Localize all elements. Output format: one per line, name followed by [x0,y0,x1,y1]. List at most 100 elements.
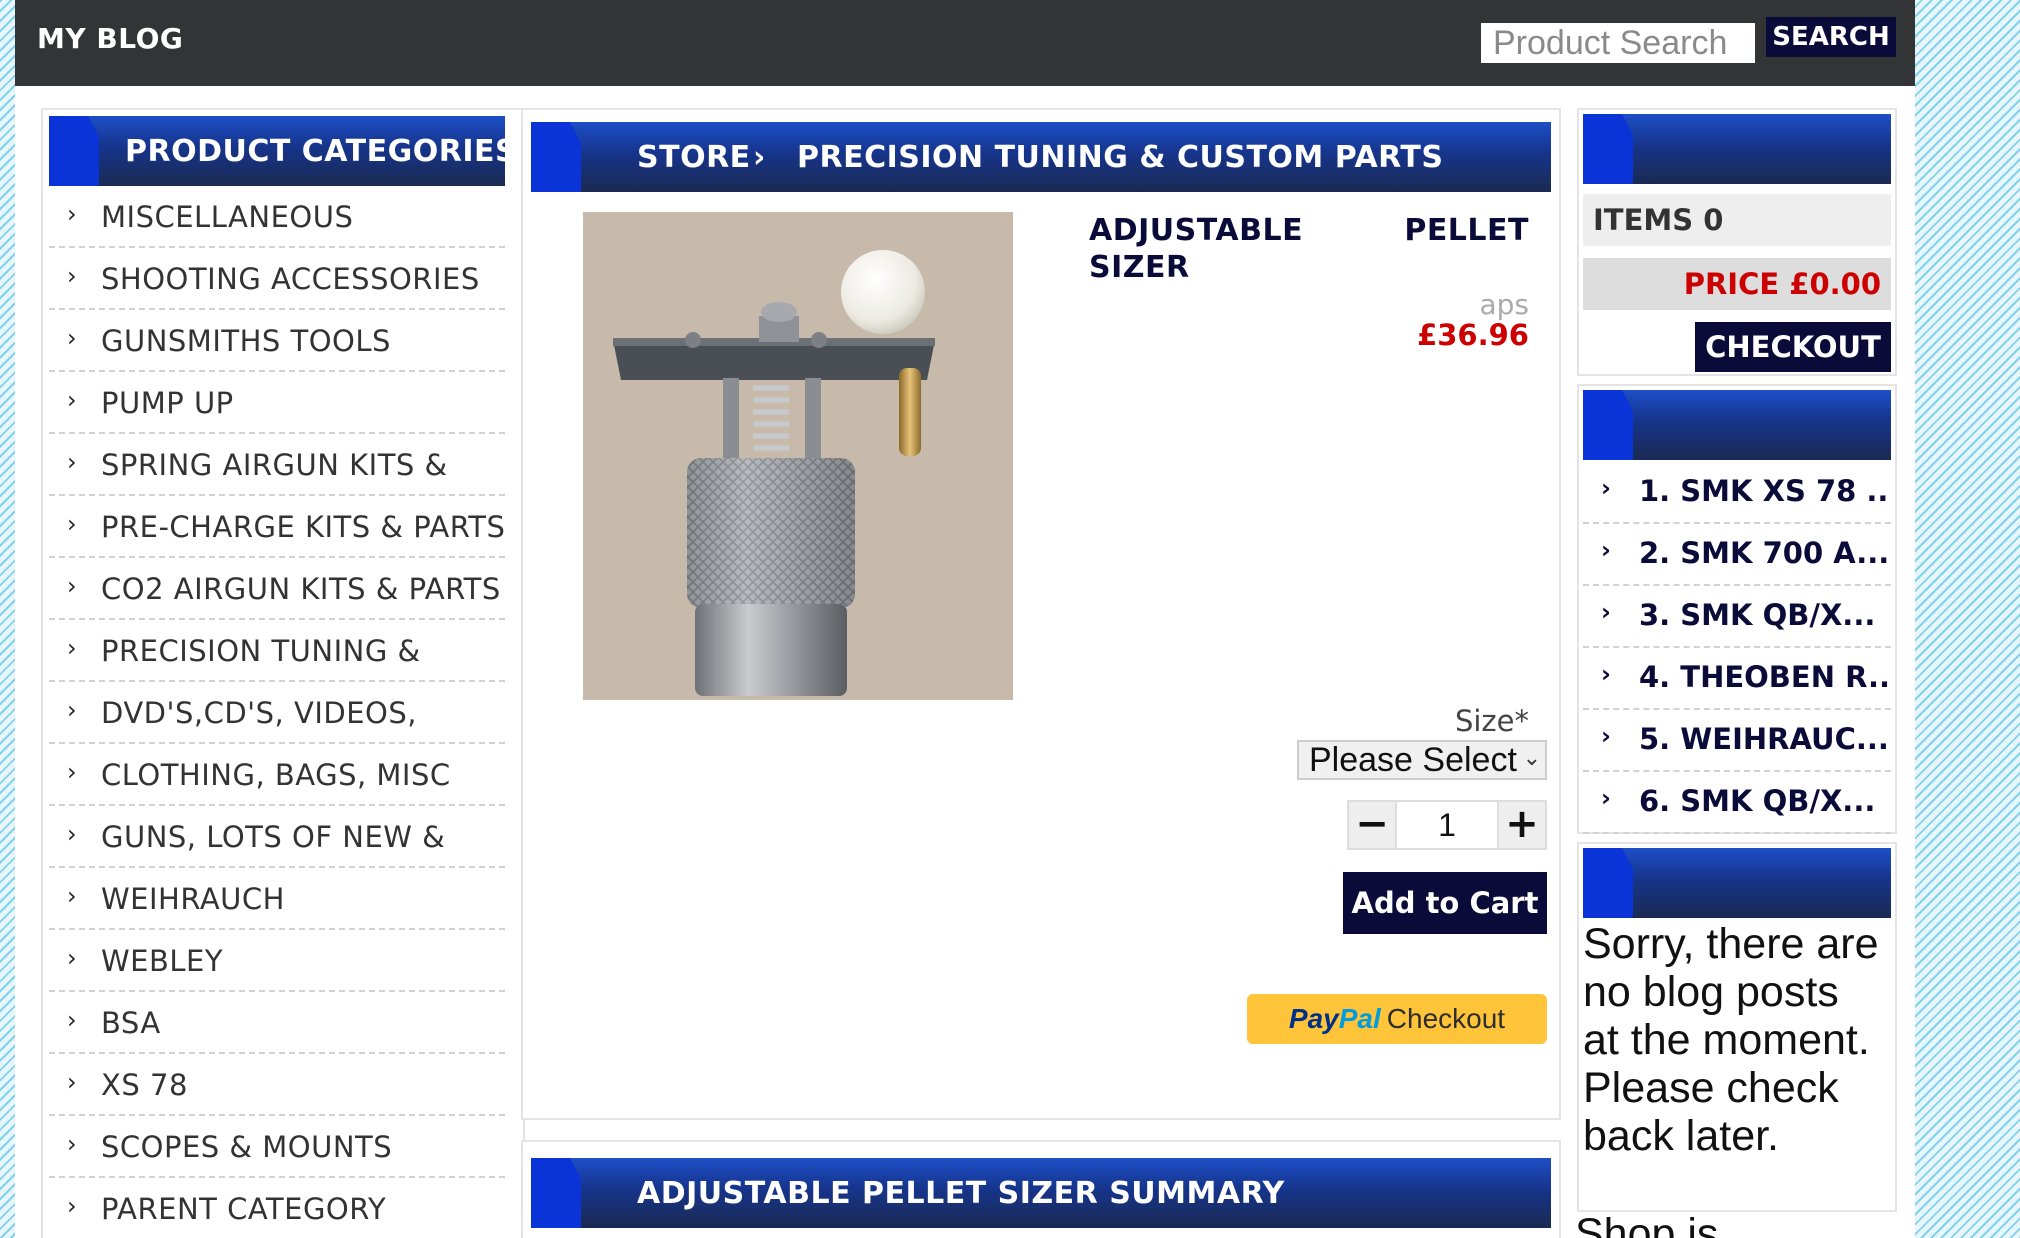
category-label: CO2 AIRGUN KITS & PARTS [101,572,501,606]
category-item[interactable]: › CO2 AIRGUN KITS & PARTS [49,558,505,620]
category-label: GUNS, LOTS OF NEW & [101,820,446,854]
bestseller-label: 1. SMK XS 78 ... [1639,474,1891,508]
category-label: XS 78 [101,1068,188,1102]
categories-header: PRODUCT CATEGORIES [49,116,505,186]
category-item[interactable]: › PARENT CATEGORY [49,1178,505,1238]
category-item[interactable]: › SCOPES & MOUNTS [49,1116,505,1178]
category-label: SPRING AIRGUN KITS & [101,448,448,482]
product-price: £36.96 [1417,318,1529,352]
site-title[interactable]: MY BLOG [37,22,183,55]
chevron-right-icon: › [67,944,78,972]
bestsellers-widget: › 1. SMK XS 78 ... › 2. SMK 700 A... › 3. SMK… [1577,384,1897,834]
category-item[interactable]: › PRE-CHARGE KITS & PARTS [49,496,505,558]
bestseller-label: 4. THEOBEN R... [1639,660,1891,694]
bestseller-label: 6. SMK QB/X... [1639,784,1876,818]
category-label: PUMP UP [101,386,234,420]
chevron-right-icon: › [67,882,78,910]
chevron-right-icon: › [67,634,78,662]
category-item[interactable]: › PRECISION TUNING & [49,620,505,682]
ribbon-tab [1583,848,1633,918]
category-item[interactable]: › BSA [49,992,505,1054]
product-title-word: ADJUSTABLE [1089,213,1304,248]
product-image[interactable] [583,212,1013,700]
bestseller-label: 5. WEIHRAUC... [1639,722,1889,756]
category-label: PRE-CHARGE KITS & PARTS [101,510,506,544]
chevron-right-icon: › [67,386,78,414]
category-item[interactable]: › SPRING AIRGUN KITS & [49,434,505,496]
category-label: CLOTHING, BAGS, MISC [101,758,451,792]
bestseller-item[interactable]: › 5. WEIHRAUC... [1583,710,1891,772]
bestseller-label: 2. SMK 700 A... [1639,536,1890,570]
ribbon-tab [531,122,581,192]
quantity-stepper: − + [1347,800,1547,852]
breadcrumb-current[interactable]: PRECISION TUNING & CUSTOM PARTS [797,140,1443,175]
chevron-right-icon: › [67,1068,78,1096]
search-input[interactable] [1481,23,1755,63]
bestseller-item[interactable]: › 1. SMK XS 78 ... [1583,462,1891,524]
category-item[interactable]: › SHOOTING ACCESSORIES [49,248,505,310]
product-title-word: PELLET [1404,213,1529,248]
chevron-right-icon: › [1601,660,1611,688]
cart-total-price: PRICE £0.00 [1583,258,1891,310]
category-item[interactable]: › GUNSMITHS TOOLS [49,310,505,372]
category-item[interactable]: › CLOTHING, BAGS, MISC [49,744,505,806]
quantity-input[interactable] [1395,800,1499,850]
category-label: WEIHRAUCH [101,882,285,916]
chevron-right-icon: › [67,1006,78,1034]
category-label: PARENT CATEGORY [101,1192,387,1226]
category-label: GUNSMITHS TOOLS [101,324,391,358]
chevron-right-icon: › [67,1192,78,1220]
chevron-right-icon: › [67,448,78,476]
summary-header: ADJUSTABLE PELLET SIZER SUMMARY [531,1158,1551,1228]
chevron-right-icon: › [67,820,78,848]
cart-header [1583,114,1891,184]
bestseller-item[interactable]: › 2. SMK 700 A... [1583,524,1891,586]
bestseller-item[interactable]: › 3. SMK QB/X... [1583,586,1891,648]
category-item[interactable]: › DVD'S,CD'S, VIDEOS, [49,682,505,744]
chevron-right-icon: › [67,200,78,228]
summary-title: ADJUSTABLE PELLET SIZER SUMMARY [637,1176,1285,1211]
category-list: › MISCELLANEOUS › SHOOTING ACCESSORIES › GUNS… [49,186,505,1238]
checkout-button[interactable]: CHECKOUT [1695,322,1891,372]
category-label: MISCELLANEOUS [101,200,354,234]
shop-note: Shop is [1575,1210,1719,1238]
chevron-down-icon: ⌄ [1522,745,1541,770]
blog-header [1583,848,1891,918]
search-button[interactable]: SEARCH [1766,17,1896,57]
chevron-right-icon: › [67,758,78,786]
size-select[interactable]: Please Select ⌄ [1297,740,1547,780]
category-item[interactable]: › WEBLEY [49,930,505,992]
ribbon-tab [1583,114,1633,184]
chevron-right-icon: › [1601,598,1611,626]
breadcrumb-store-link[interactable]: STORE [637,140,751,175]
chevron-right-icon: › [1601,722,1611,750]
top-bar: MY BLOG SEARCH [15,0,1915,86]
blog-empty-message: Sorry, there are no blog posts at the mo… [1583,920,1879,1160]
chevron-right-icon: › [67,572,78,600]
category-item[interactable]: › MISCELLANEOUS [49,186,505,248]
category-item[interactable]: › GUNS, LOTS OF NEW & [49,806,505,868]
product-sku: aps [1479,288,1529,321]
category-label: DVD'S,CD'S, VIDEOS, [101,696,417,730]
bestseller-item[interactable]: › 4. THEOBEN R... [1583,648,1891,710]
chevron-right-icon: › [67,1130,78,1158]
cart-items-count: ITEMS 0 [1583,194,1891,246]
add-to-cart-button[interactable]: Add to Cart [1343,872,1547,934]
bestseller-item[interactable]: › 6. SMK QB/X... [1583,772,1891,834]
category-item[interactable]: › WEIHRAUCH [49,868,505,930]
category-item[interactable]: › PUMP UP [49,372,505,434]
category-label: SCOPES & MOUNTS [101,1130,393,1164]
plus-icon[interactable]: + [1497,800,1547,850]
category-label: BSA [101,1006,161,1040]
summary-panel: ADJUSTABLE PELLET SIZER SUMMARY [521,1140,1561,1238]
ribbon-tab [49,116,99,186]
paypal-logo-part: Pal [1338,1003,1381,1034]
product-title-word: SIZER [1089,250,1190,285]
chevron-right-icon: › [67,324,78,352]
bestseller-label: 3. SMK QB/X... [1639,598,1876,632]
category-item[interactable]: › XS 78 [49,1054,505,1116]
page: MY BLOG SEARCH PRODUCT CATEGORIES › MISCE… [15,0,1915,1238]
breadcrumb: STORE › PRECISION TUNING & CUSTOM PARTS [531,122,1551,192]
minus-icon[interactable]: − [1347,800,1397,850]
paypal-checkout-button[interactable]: PayPal Checkout [1247,994,1547,1044]
